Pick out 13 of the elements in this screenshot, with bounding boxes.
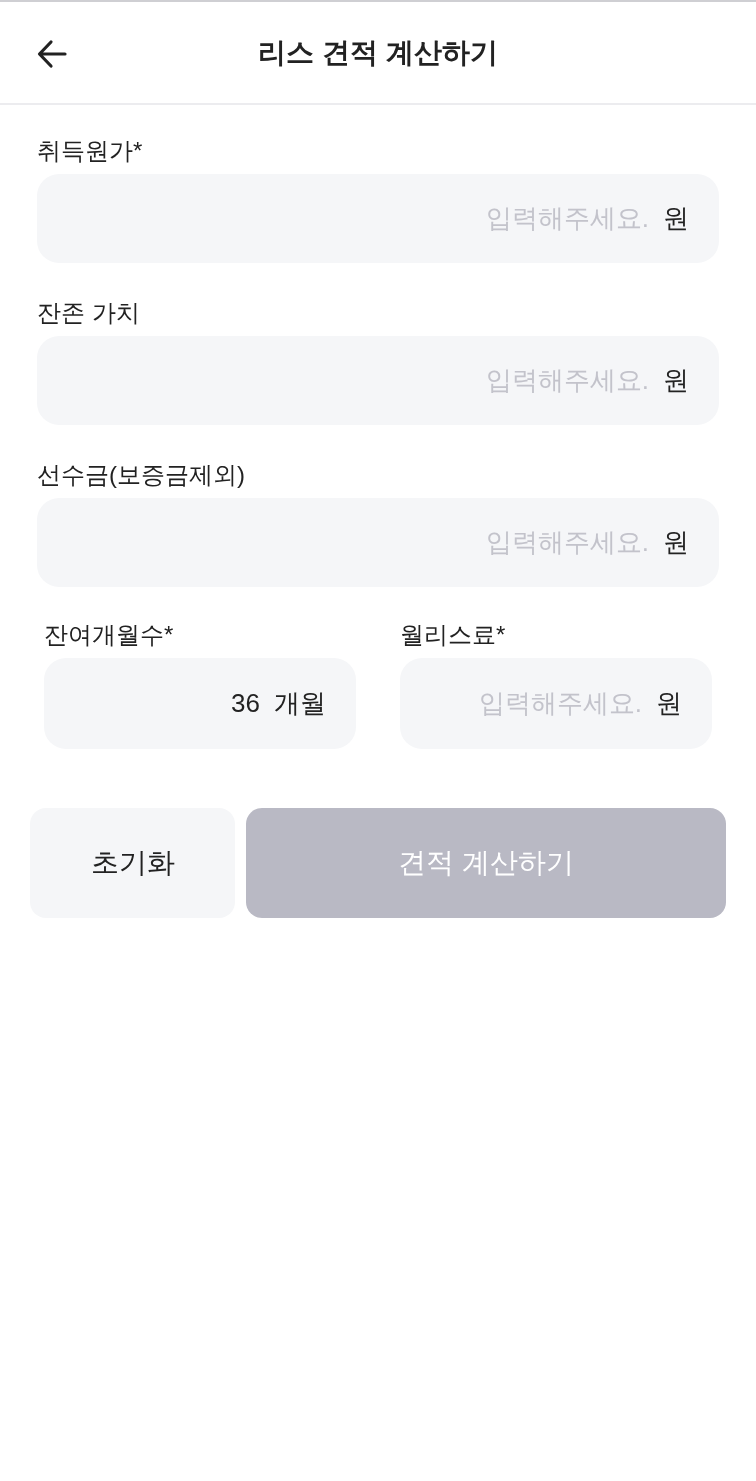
reset-button[interactable]: 초기화 <box>30 808 235 918</box>
unit-label: 원 <box>663 202 689 235</box>
unit-label: 원 <box>663 364 689 397</box>
field-label: 취득원가* <box>37 136 143 166</box>
unit-label: 원 <box>656 687 682 720</box>
page-title: 리스 견적 계산하기 <box>258 38 498 67</box>
field-label: 월리스료* <box>400 620 506 650</box>
field-label: 잔존 가치 <box>37 298 140 328</box>
unit-label: 개월 <box>274 687 326 720</box>
unit-label: 원 <box>663 526 689 559</box>
back-arrow-icon <box>37 39 67 69</box>
field-label: 선수금(보증금제외) <box>37 460 245 490</box>
field-label: 잔여개월수* <box>44 620 174 650</box>
